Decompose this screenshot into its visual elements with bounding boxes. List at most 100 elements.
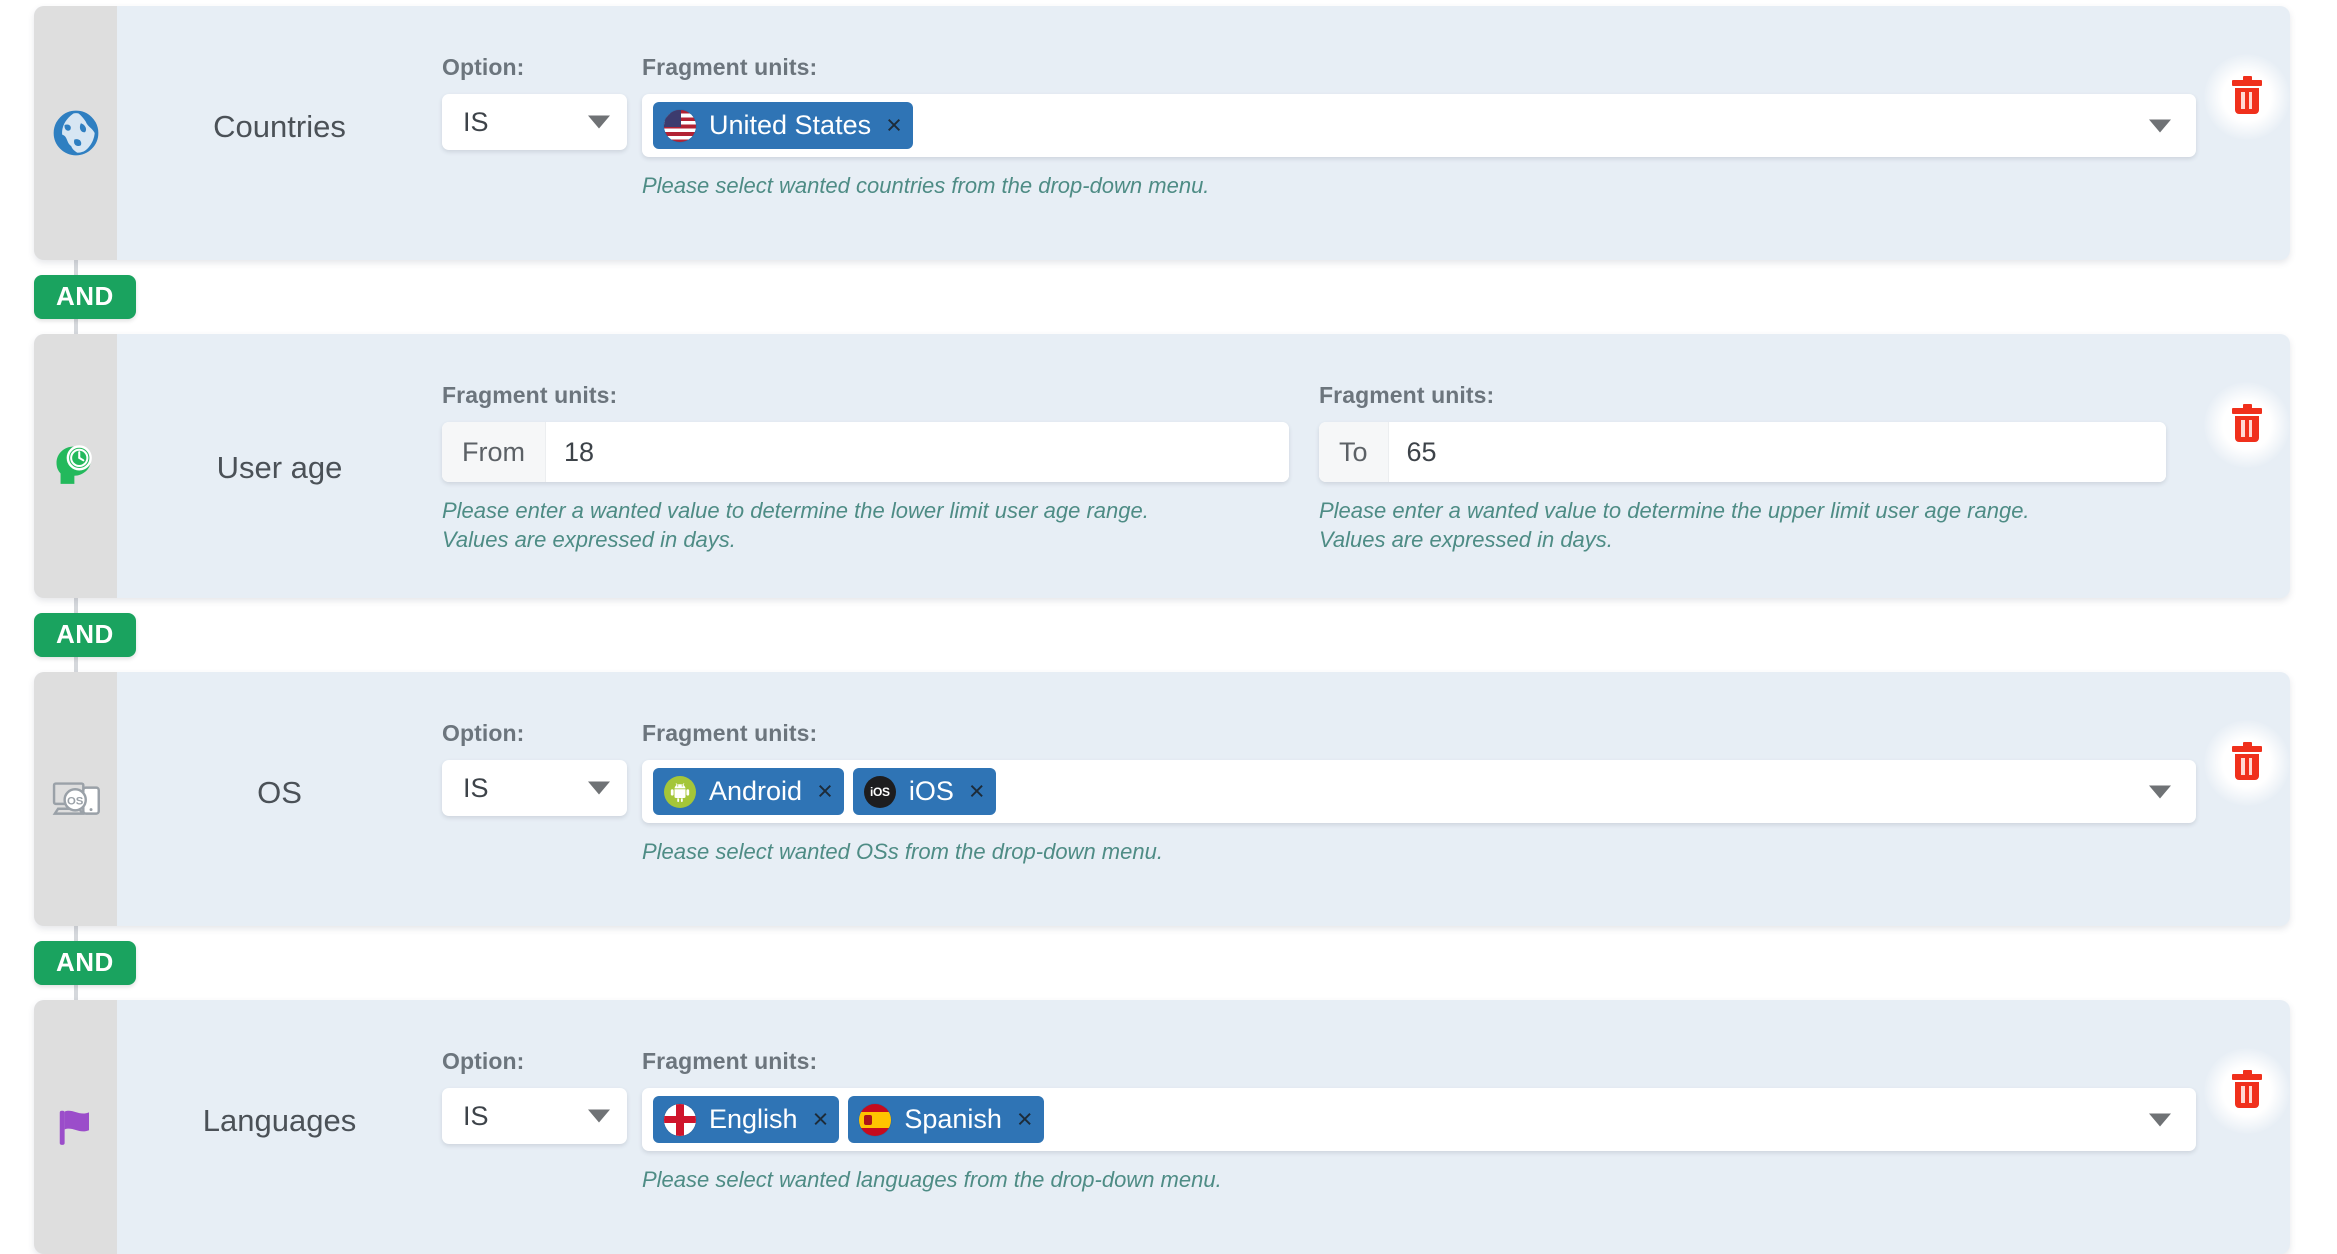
age-to-input-group[interactable]: To 65 xyxy=(1319,422,2166,483)
hint-age-from-line1: Please enter a wanted value to determine… xyxy=(442,498,1149,524)
chip-english[interactable]: English × xyxy=(653,1096,840,1144)
rule-card-countries: Countries Option: IS Fragment units: Uni… xyxy=(34,6,2290,261)
connector-and-1: AND xyxy=(34,260,2337,334)
from-addon-label: From xyxy=(442,422,546,483)
rule-title-countries: Countries xyxy=(213,109,346,145)
chip-label: Android xyxy=(709,776,803,807)
fragment-column-countries: Fragment units: United States × Please s… xyxy=(642,54,2196,200)
fragment-label-os: Fragment units: xyxy=(642,720,818,747)
fragment-column-languages: Fragment units: English × Spanish × Plea… xyxy=(642,1048,2196,1194)
age-from-input[interactable]: 18 xyxy=(546,422,1289,483)
rule-card-languages: Languages Option: IS Fragment units: Eng… xyxy=(34,1000,2290,1254)
chevron-down-icon xyxy=(588,115,610,129)
fragment-label-from: Fragment units: xyxy=(442,382,618,409)
rule-fields-os: Option: IS Fragment units: Android × iOS… xyxy=(442,720,2196,866)
fragment-label-languages: Fragment units: xyxy=(642,1048,818,1075)
user-age-icon xyxy=(50,440,102,492)
option-label-countries: Option: xyxy=(442,54,525,80)
hint-age-to-line2: Values are expressed in days. xyxy=(1319,527,1613,553)
ios-badge-text: iOS xyxy=(869,784,890,799)
globe-icon xyxy=(50,107,102,159)
chevron-down-icon[interactable] xyxy=(2149,119,2171,132)
to-addon-label: To xyxy=(1319,422,1389,483)
flag-spain-icon xyxy=(859,1103,892,1136)
chip-label: English xyxy=(709,1104,798,1135)
option-column-languages: Option: IS xyxy=(442,1048,642,1145)
rule-fields-languages: Option: IS Fragment units: English × Spa… xyxy=(442,1048,2196,1194)
chip-remove-icon[interactable]: × xyxy=(969,778,985,805)
fragment-label-countries: Fragment units: xyxy=(642,54,818,80)
and-badge[interactable]: AND xyxy=(34,941,136,986)
option-select-value-os: IS xyxy=(463,772,489,803)
option-select-value-languages: IS xyxy=(463,1100,489,1131)
flag-england-icon xyxy=(664,1103,696,1136)
fragment-multiselect-os[interactable]: Android × iOS iOS × xyxy=(642,760,2196,824)
chip-remove-icon[interactable]: × xyxy=(886,112,902,139)
hint-languages: Please select wanted languages from the … xyxy=(642,1167,1222,1193)
trash-icon xyxy=(2232,404,2262,443)
trash-icon xyxy=(2232,76,2262,114)
rule-fields-user-age: Fragment units: From 18 Please enter a w… xyxy=(442,382,2196,554)
rule-body-user-age: User age Fragment units: From 18 Please … xyxy=(117,334,2290,598)
and-badge[interactable]: AND xyxy=(34,613,136,658)
rule-gutter-user-age xyxy=(34,334,117,599)
android-icon xyxy=(664,775,696,808)
delete-rule-button-os[interactable] xyxy=(2204,720,2290,807)
age-from-input-group[interactable]: From 18 xyxy=(442,422,1289,483)
ios-icon: iOS xyxy=(863,775,896,808)
chevron-down-icon[interactable] xyxy=(2149,1113,2171,1127)
fragment-multiselect-countries[interactable]: United States × xyxy=(642,94,2196,157)
rule-body-languages: Languages Option: IS Fragment units: Eng… xyxy=(117,1000,2290,1254)
rule-gutter-os: OS xyxy=(34,672,117,927)
chevron-down-icon xyxy=(588,1109,610,1123)
chip-remove-icon[interactable]: × xyxy=(817,778,833,805)
option-column-countries: Option: IS xyxy=(442,54,642,150)
fragment-label-to: Fragment units: xyxy=(1319,382,1495,409)
chip-remove-icon[interactable]: × xyxy=(813,1106,829,1133)
chip-spanish[interactable]: Spanish × xyxy=(848,1096,1044,1144)
chip-ios[interactable]: iOS iOS × xyxy=(852,768,996,816)
chevron-down-icon[interactable] xyxy=(2149,785,2171,799)
hint-age-to-line1: Please enter a wanted value to determine… xyxy=(1319,498,2030,524)
option-select-countries[interactable]: IS xyxy=(442,94,627,150)
trash-icon xyxy=(2232,1070,2262,1109)
hint-age-from-line2: Values are expressed in days. xyxy=(442,527,736,553)
rule-title-user-age: User age xyxy=(216,450,343,486)
chip-united-states[interactable]: United States × xyxy=(653,102,913,149)
chip-label: United States xyxy=(709,110,872,140)
connector-and-3: AND xyxy=(34,926,2337,1000)
option-label-languages: Option: xyxy=(442,1048,525,1075)
delete-rule-button-languages[interactable] xyxy=(2204,1048,2290,1135)
fragment-column-os: Fragment units: Android × iOS iOS × Plea… xyxy=(642,720,2196,866)
option-select-value-countries: IS xyxy=(463,106,489,137)
rule-body-os: OS Option: IS Fragment units: Android × … xyxy=(117,672,2290,926)
chevron-down-icon xyxy=(588,781,610,795)
delete-rule-button-countries[interactable] xyxy=(2204,54,2290,140)
trash-icon xyxy=(2232,742,2262,781)
flag-us-icon xyxy=(664,109,696,142)
hint-countries: Please select wanted countries from the … xyxy=(642,173,1210,198)
rule-fields-countries: Option: IS Fragment units: United States… xyxy=(442,54,2196,200)
chip-android[interactable]: Android × xyxy=(653,768,844,816)
chip-remove-icon[interactable]: × xyxy=(1017,1106,1033,1133)
option-column-os: Option: IS xyxy=(442,720,642,817)
rule-title-languages: Languages xyxy=(202,1103,357,1139)
rule-builder: Countries Option: IS Fragment units: Uni… xyxy=(0,0,2337,1254)
chip-label: Spanish xyxy=(904,1104,1002,1135)
and-badge[interactable]: AND xyxy=(34,275,136,320)
range-to-column: Fragment units: To 65 Please enter a wan… xyxy=(1319,382,2196,554)
hint-age-to: Please enter a wanted value to determine… xyxy=(1319,496,2166,554)
option-select-os[interactable]: IS xyxy=(442,760,627,817)
fragment-multiselect-languages[interactable]: English × Spanish × xyxy=(642,1088,2196,1152)
delete-rule-button-user-age[interactable] xyxy=(2204,382,2290,469)
age-to-input[interactable]: 65 xyxy=(1388,422,2166,483)
os-icon: OS xyxy=(50,773,102,825)
rule-gutter-languages xyxy=(34,1000,117,1254)
hint-age-from: Please enter a wanted value to determine… xyxy=(442,496,1289,554)
rule-gutter-countries xyxy=(34,6,117,261)
option-select-languages[interactable]: IS xyxy=(442,1088,627,1145)
connector-and-2: AND xyxy=(34,598,2337,672)
hint-os: Please select wanted OSs from the drop-d… xyxy=(642,839,1163,865)
option-label-os: Option: xyxy=(442,720,525,747)
flag-icon xyxy=(50,1101,102,1153)
